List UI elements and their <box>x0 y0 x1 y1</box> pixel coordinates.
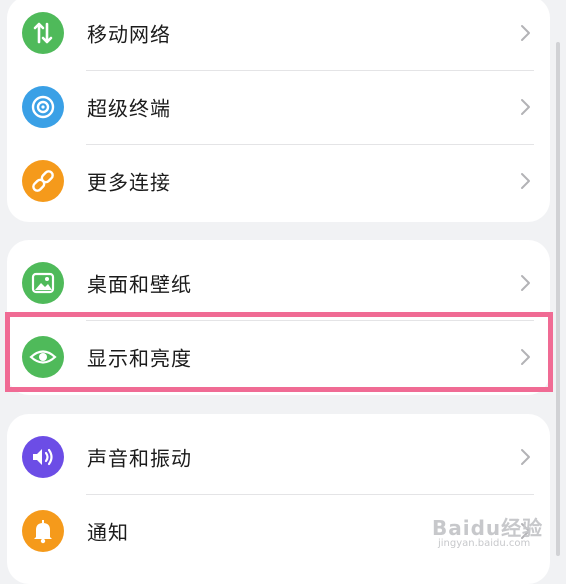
divider <box>86 70 534 71</box>
watermark-url: jingyan.baidu.com <box>438 538 531 549</box>
settings-item-label: 桌面和壁纸 <box>87 272 192 297</box>
settings-item-label: 超级终端 <box>87 96 171 121</box>
divider <box>86 494 534 495</box>
wallpaper-icon <box>22 262 64 304</box>
settings-group-display: 桌面和壁纸 显示和亮度 <box>7 240 550 395</box>
bell-icon <box>22 510 64 552</box>
chevron-right-icon <box>521 349 530 365</box>
settings-item-more-connections[interactable]: 更多连接 <box>7 144 550 218</box>
settings-item-sound-vibration[interactable]: 声音和振动 <box>7 420 550 494</box>
settings-item-super-device[interactable]: 超级终端 <box>7 70 550 144</box>
settings-group-connections: 移动网络 超级终端 更多连接 <box>7 0 550 222</box>
settings-item-wallpaper[interactable]: 桌面和壁纸 <box>7 246 550 320</box>
settings-item-label: 通知 <box>87 520 129 545</box>
settings-item-label: 更多连接 <box>87 170 171 195</box>
chevron-right-icon <box>521 173 530 189</box>
chevron-right-icon <box>521 449 530 465</box>
link-icon <box>22 160 64 202</box>
settings-item-display-brightness[interactable]: 显示和亮度 <box>7 320 550 394</box>
speaker-icon <box>22 436 64 478</box>
settings-item-mobile-network[interactable]: 移动网络 <box>7 0 550 70</box>
settings-item-label: 移动网络 <box>87 22 171 47</box>
watermark-logo: Baidu经验 <box>432 516 544 540</box>
divider <box>86 320 534 321</box>
eye-icon <box>22 336 64 378</box>
chevron-right-icon <box>521 99 530 115</box>
settings-group-sound: 声音和振动 通知 <box>7 414 550 584</box>
settings-item-label: 声音和振动 <box>87 446 192 471</box>
scrollbar[interactable] <box>556 42 560 556</box>
watermark: Baidu经验 jingyan.baidu.com <box>432 512 544 549</box>
divider <box>86 144 534 145</box>
chevron-right-icon <box>521 275 530 291</box>
settings-item-label: 显示和亮度 <box>87 346 192 371</box>
mobile-data-icon <box>22 12 64 54</box>
super-device-icon <box>22 86 64 128</box>
chevron-right-icon <box>521 25 530 41</box>
